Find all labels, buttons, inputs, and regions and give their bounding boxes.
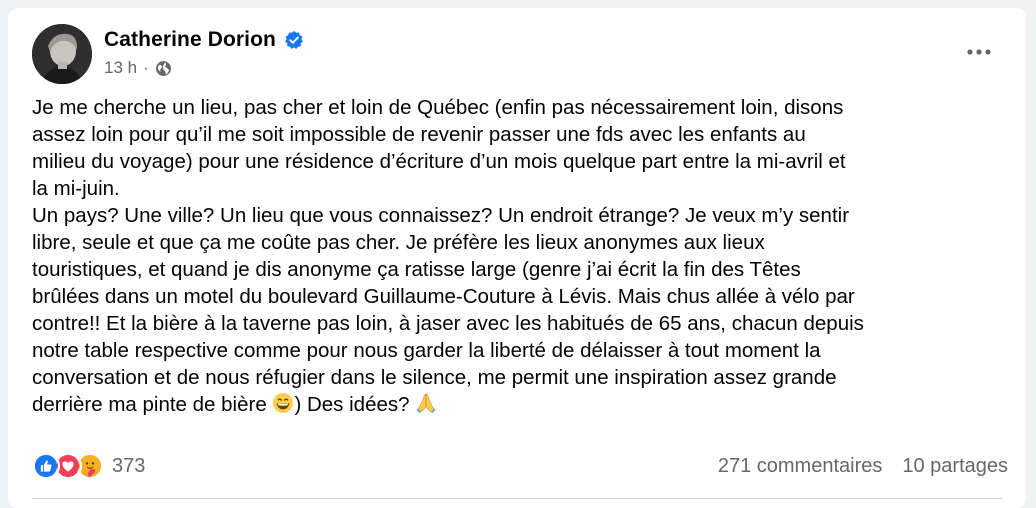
- verified-badge-icon: [285, 31, 303, 49]
- footer-divider: [32, 498, 1002, 499]
- post-text: Je me cherche un lieu, pas cher et loin …: [32, 96, 864, 416]
- counts-spacer: [882, 455, 902, 478]
- post-card: Catherine Dorion 13 h · Je me cherche un…: [8, 8, 1026, 508]
- meta-separator: ·: [143, 58, 149, 77]
- comments-count[interactable]: 271 commentaires: [718, 455, 883, 478]
- avatar-photo: [32, 24, 92, 84]
- post-body: Je me cherche un lieu, pas cher et loin …: [32, 94, 1002, 418]
- reaction-count[interactable]: 373: [112, 455, 145, 478]
- avatar[interactable]: [32, 24, 92, 84]
- globe-icon[interactable]: [155, 60, 172, 77]
- post-text-end: ) Des idées?: [294, 393, 416, 416]
- grinning-face-icon: [273, 393, 294, 413]
- author-name[interactable]: Catherine Dorion: [104, 28, 276, 52]
- author-row: Catherine Dorion: [104, 28, 304, 52]
- reactions-summary[interactable]: 373: [32, 452, 145, 480]
- more-options-icon: [967, 49, 991, 55]
- post-timestamp[interactable]: 13 h: [104, 58, 137, 78]
- engagement-counts: 271 commentaires 10 partages: [718, 455, 1008, 478]
- post-header: Catherine Dorion 13 h ·: [32, 24, 1002, 88]
- more-options-button[interactable]: [962, 40, 996, 64]
- shares-count[interactable]: 10 partages: [902, 455, 1008, 478]
- like-icon: [32, 452, 60, 480]
- post-meta: 13 h ·: [104, 58, 172, 78]
- folded-hands-icon: [416, 393, 436, 413]
- post-footer: 373 271 commentaires 10 partages: [32, 452, 1008, 482]
